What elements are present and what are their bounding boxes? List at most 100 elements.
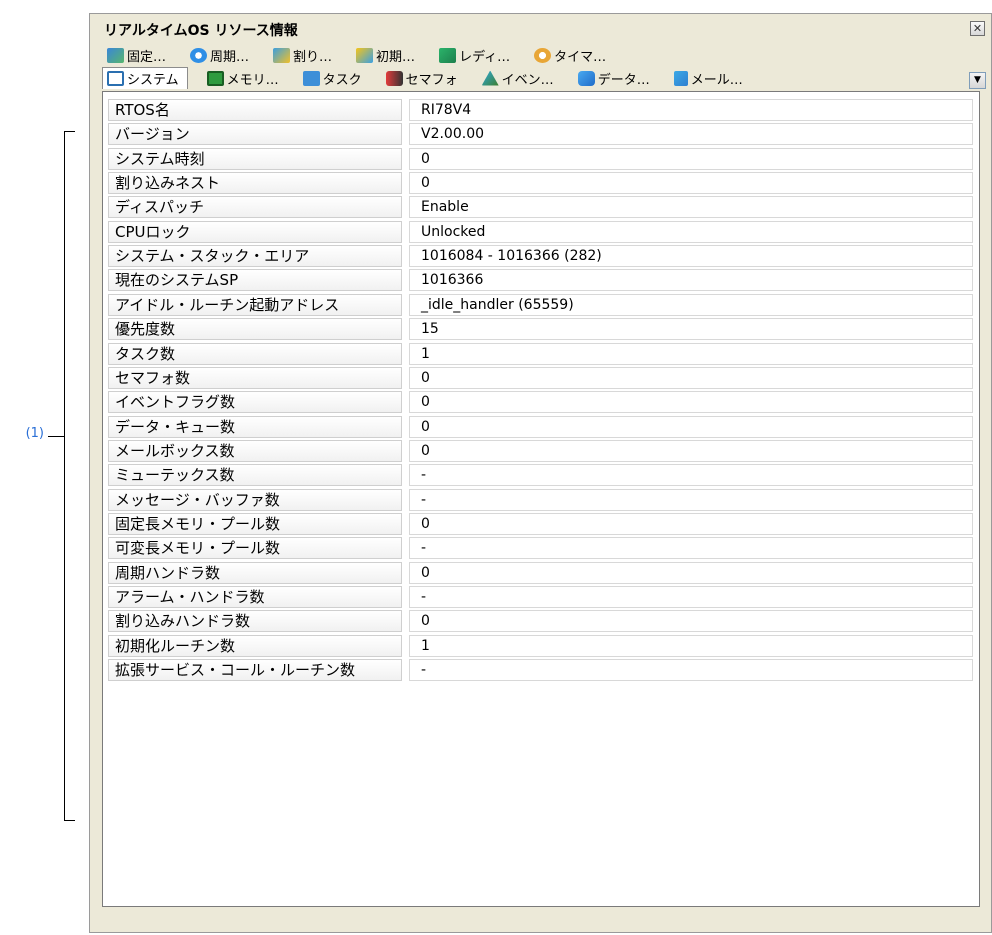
- property-value: -: [409, 488, 973, 511]
- property-row[interactable]: アイドル・ルーチン起動アドレス _idle_handler (65559): [103, 293, 979, 317]
- property-value: RI78V4: [409, 99, 973, 121]
- tab-init-routine[interactable]: 初期…: [351, 44, 420, 66]
- property-row[interactable]: 周期ハンドラ数 0: [103, 561, 979, 585]
- property-value: Enable: [409, 196, 973, 219]
- property-value: 0: [409, 391, 973, 414]
- property-row[interactable]: 割り込みハンドラ数 0: [103, 609, 979, 633]
- property-row[interactable]: 可変長メモリ・プール数 -: [103, 536, 979, 560]
- tab-label: 固定…: [127, 49, 167, 65]
- property-row[interactable]: 割り込みネスト 0: [103, 171, 979, 195]
- property-name: システム時刻: [108, 147, 402, 170]
- property-value: 0: [409, 366, 973, 389]
- property-name: 初期化ルーチン数: [108, 634, 402, 657]
- tab-timer[interactable]: タイマ…: [529, 44, 611, 66]
- tab-interrupt[interactable]: 割り…: [268, 44, 337, 66]
- tab-memory[interactable]: メモリ…: [202, 67, 284, 89]
- property-value: 0: [409, 512, 973, 535]
- property-name: メッセージ・バッファ数: [108, 488, 402, 511]
- eventflag-icon: [481, 70, 499, 86]
- tab-row-1: 固定… 周期… 割り… 初期… レディ… タイマ…: [102, 44, 625, 66]
- tab-ready-queue[interactable]: レディ…: [434, 44, 515, 66]
- property-row[interactable]: ディスパッチ Enable: [103, 195, 979, 219]
- tab-label: 割り…: [293, 49, 333, 65]
- property-value: Unlocked: [409, 220, 973, 243]
- mailbox-icon: [673, 70, 688, 86]
- property-row[interactable]: システム・スタック・エリア 1016084 - 1016366 (282): [103, 244, 979, 268]
- property-row[interactable]: セマフォ数 0: [103, 366, 979, 390]
- property-row[interactable]: RTOS名 RI78V4: [103, 98, 979, 122]
- property-value: 1: [409, 634, 973, 657]
- property-row[interactable]: メッセージ・バッファ数 -: [103, 488, 979, 512]
- tab-label: タスク: [322, 72, 362, 88]
- tab-row-2: システム メモリ… タスク セマフォ イベン… データ… メール…: [102, 67, 762, 89]
- property-value: 0: [409, 561, 973, 584]
- property-name: タスク数: [108, 342, 402, 365]
- property-name: 拡張サービス・コール・ルーチン数: [108, 659, 402, 682]
- property-grid: RTOS名 RI78V4 バージョン V2.00.00 システム時刻 0 割り込みネスト 0 デ…: [102, 91, 980, 907]
- property-row[interactable]: 拡張サービス・コール・ルーチン数 -: [103, 658, 979, 682]
- property-name: ディスパッチ: [108, 196, 402, 219]
- property-name: バージョン: [108, 123, 402, 146]
- property-name: システム・スタック・エリア: [108, 245, 402, 268]
- tab-label: データ…: [597, 72, 650, 88]
- property-name: RTOS名: [108, 99, 402, 121]
- tab-eventflag[interactable]: イベン…: [477, 67, 559, 89]
- annotation-tick: [48, 436, 64, 437]
- property-row[interactable]: 固定長メモリ・プール数 0: [103, 512, 979, 536]
- tab-label: 周期…: [210, 49, 250, 65]
- property-row[interactable]: イベントフラグ数 0: [103, 390, 979, 414]
- property-name: セマフォ数: [108, 366, 402, 389]
- property-value: 0: [409, 610, 973, 633]
- rtos-resource-window: リアルタイムOS リソース情報 ✕ 固定… 周期… 割り… 初期… レディ… タイマ… シ…: [89, 13, 992, 933]
- property-name: データ・キュー数: [108, 415, 402, 438]
- tab-mailbox[interactable]: メール…: [669, 67, 748, 89]
- property-name: 割り込みハンドラ数: [108, 610, 402, 633]
- property-row[interactable]: アラーム・ハンドラ数 -: [103, 585, 979, 609]
- tab-task[interactable]: タスク: [298, 67, 367, 89]
- tab-list-dropdown-icon[interactable]: ▼: [969, 72, 986, 89]
- property-value: 0: [409, 439, 973, 462]
- annotation-bracket: [64, 131, 75, 821]
- property-name: アラーム・ハンドラ数: [108, 586, 402, 608]
- fixed-memory-icon: [107, 47, 124, 63]
- tab-system[interactable]: システム: [102, 67, 188, 89]
- system-icon: [107, 71, 124, 86]
- property-value: -: [409, 586, 973, 608]
- property-value: 0: [409, 172, 973, 195]
- property-row[interactable]: 初期化ルーチン数 1: [103, 634, 979, 658]
- property-name: アイドル・ルーチン起動アドレス: [108, 293, 402, 316]
- cyclic-handler-icon: [190, 47, 208, 63]
- close-icon[interactable]: ✕: [970, 21, 985, 36]
- property-row[interactable]: タスク数 1: [103, 342, 979, 366]
- property-value: 1016084 - 1016366 (282): [409, 245, 973, 268]
- property-row[interactable]: バージョン V2.00.00: [103, 122, 979, 146]
- property-value: -: [409, 464, 973, 487]
- property-row[interactable]: CPUロック Unlocked: [103, 220, 979, 244]
- property-name: ミューテックス数: [108, 464, 402, 487]
- dataqueue-icon: [577, 70, 595, 86]
- property-name: 優先度数: [108, 318, 402, 341]
- property-row[interactable]: ミューテックス数 -: [103, 463, 979, 487]
- tab-semaphore[interactable]: セマフォ: [381, 67, 463, 89]
- callout-label: (1): [25, 426, 44, 441]
- property-row[interactable]: 優先度数 15: [103, 317, 979, 341]
- window-title: リアルタイムOS リソース情報: [104, 23, 298, 39]
- property-name: 割り込みネスト: [108, 172, 402, 195]
- tab-dataqueue[interactable]: データ…: [573, 67, 655, 89]
- property-value: -: [409, 659, 973, 682]
- property-row[interactable]: システム時刻 0: [103, 147, 979, 171]
- property-row[interactable]: メールボックス数 0: [103, 439, 979, 463]
- interrupt-icon: [273, 47, 291, 63]
- ready-queue-icon: [439, 47, 457, 63]
- tab-label: イベン…: [501, 72, 554, 88]
- property-name: イベントフラグ数: [108, 391, 402, 414]
- property-name: 周期ハンドラ数: [108, 561, 402, 584]
- property-value: -: [409, 537, 973, 560]
- property-row[interactable]: データ・キュー数 0: [103, 415, 979, 439]
- tab-fixed-memory[interactable]: 固定…: [102, 44, 171, 66]
- init-routine-icon: [356, 47, 374, 63]
- property-row[interactable]: 現在のシステムSP 1016366: [103, 268, 979, 292]
- tab-cyclic-handler[interactable]: 周期…: [185, 44, 254, 66]
- tab-label: メモリ…: [226, 72, 279, 88]
- task-icon: [302, 70, 320, 86]
